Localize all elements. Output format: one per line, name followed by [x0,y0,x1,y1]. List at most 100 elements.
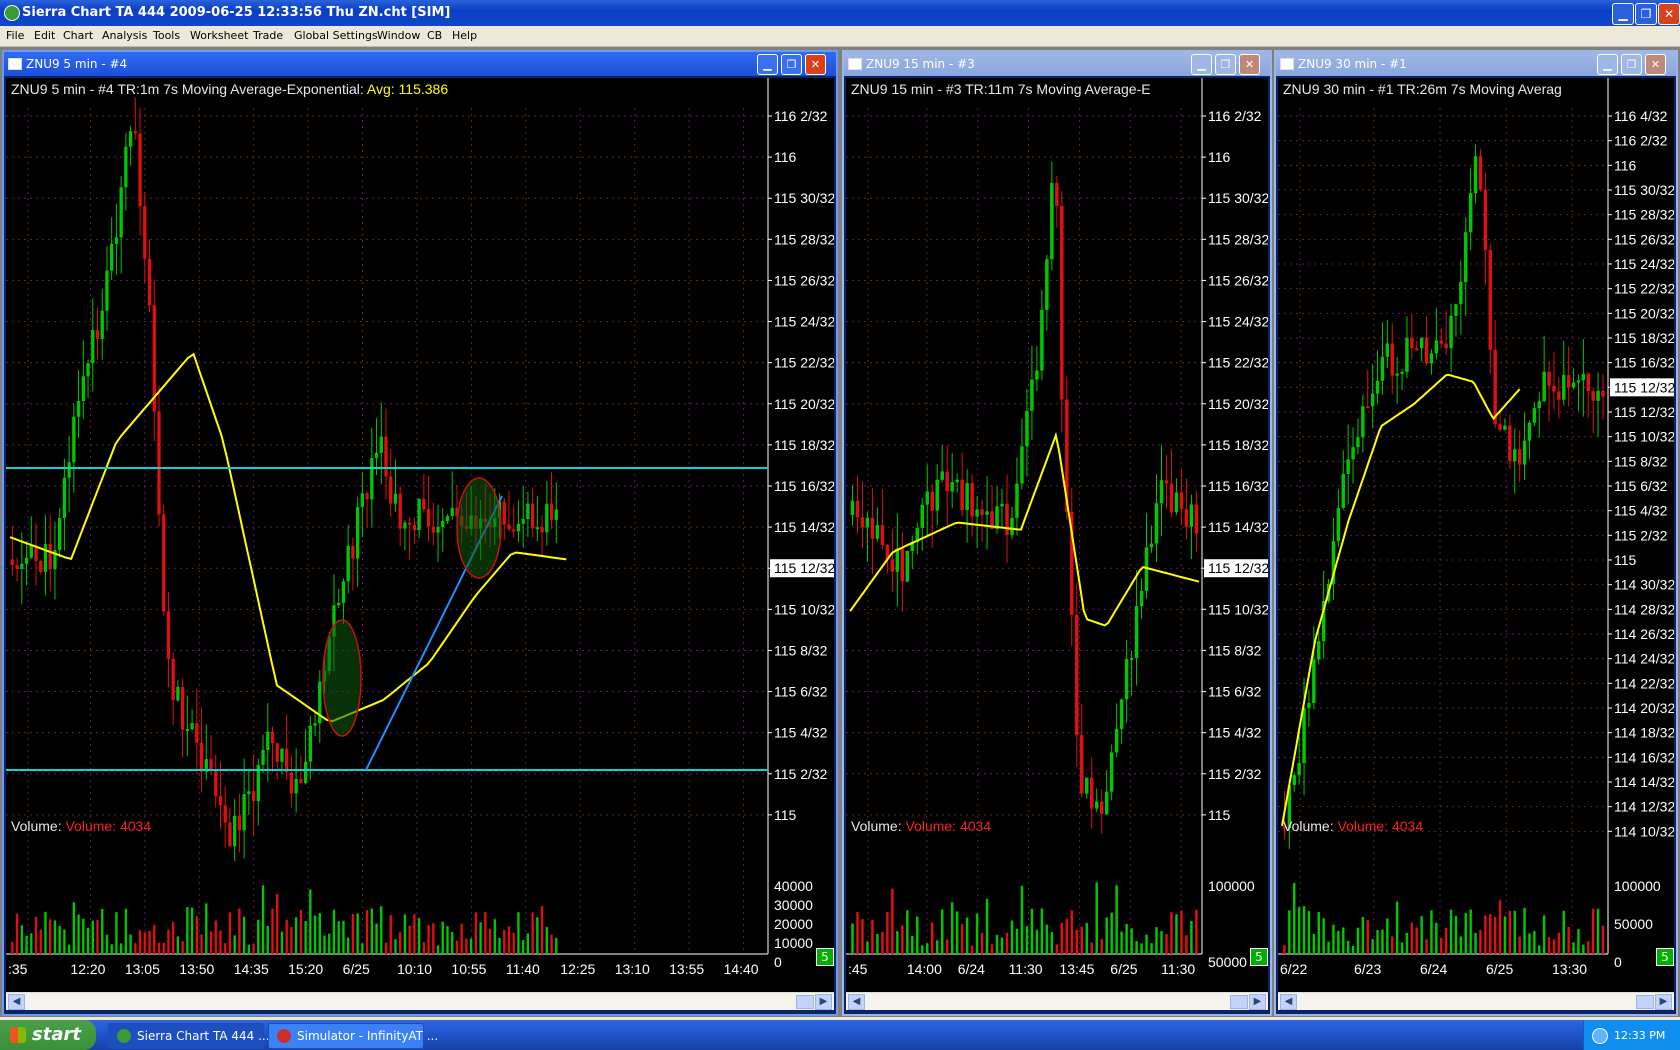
start-button[interactable]: start [0,1020,96,1050]
chart-svg[interactable]: 116 2/32 116 115 30/32 115 28/32 115 26/32 11… [846,78,1268,992]
time-tick-label: 6/23 [1354,961,1381,977]
minimize-icon: ▁ [1618,7,1628,21]
chart-area[interactable]: 116 2/32 116 115 30/32 115 28/32 115 26/32 11… [846,78,1268,992]
chart-close-button[interactable]: ✕ [1645,54,1666,75]
scroll-thumb[interactable] [1636,995,1654,1009]
candle-body [403,522,407,529]
chart-svg[interactable]: 116 4/32 116 2/32 116 115 30/32 115 28/32 115… [1278,78,1674,992]
badge-5[interactable]: 5 [1250,948,1268,966]
menu-tools[interactable]: Tools [153,29,180,42]
scroll-right-icon[interactable]: ▶ [1655,994,1672,1010]
candle-body [512,529,516,532]
scroll-left-icon[interactable]: ◀ [1280,994,1297,1010]
menu-trade[interactable]: Trade [253,29,283,42]
chart-close-button[interactable]: ✕ [805,54,826,75]
price-tick-label: 115 26/32 [774,272,834,288]
taskbar-item-simulator[interactable]: Simulator - InfinityAT ... [268,1023,438,1049]
scroll-left-icon[interactable]: ◀ [8,994,25,1010]
price-tick-label: 114 12/32 [1614,799,1674,815]
chart-restore-button[interactable]: ❐ [1621,54,1642,75]
candle-body [1015,483,1019,518]
scroll-thumb[interactable] [796,995,814,1009]
candle-body [960,479,964,511]
menu-analysis[interactable]: Analysis [102,29,147,42]
candle-body [346,545,350,582]
app-close-button[interactable]: ✕ [1658,3,1680,25]
candle-body [1468,193,1473,233]
price-tick-label: 114 20/32 [1614,700,1674,716]
chart-restore-button[interactable]: ❐ [1215,54,1236,75]
volume-label-row: Volume: Volume: 4034 [1283,818,1423,834]
menu-chart[interactable]: Chart [63,29,93,42]
candle-body [1194,504,1199,534]
app-titlebar: Sierra Chart TA 444 2009-06-25 12:33:56 … [0,0,1680,26]
menu-help[interactable]: Help [452,29,477,42]
menu-global-settings[interactable]: Global Settings [294,29,378,42]
chart-area[interactable]: 116 2/32 116 115 30/32 115 28/32 115 26/32 11… [6,78,834,992]
price-tick-label: 115 18/32 [1208,437,1268,453]
menu-window[interactable]: Window [377,29,420,42]
chart-minimize-button[interactable]: ▁ [1597,54,1618,75]
chart-restore-button[interactable]: ❐ [781,54,802,75]
price-tick-label: 115 10/32 [1208,601,1268,617]
chart-window-titlebar[interactable]: ZNU9 30 min - #1 ▁ ❐ ✕ [1276,52,1676,76]
horizontal-scrollbar[interactable]: ◀ ▶ [1278,992,1674,1010]
chart-window-titlebar[interactable]: ZNU9 5 min - #4 ▁ ❐ ✕ [4,52,836,76]
price-tick-label: 115 28/32 [1208,231,1268,247]
candle-body [1094,801,1099,809]
price-tick-label: 115 10/32 [1614,429,1674,445]
badge-5[interactable]: 5 [1656,948,1674,966]
volume-label: Volume: [11,818,62,834]
menu-file[interactable]: File [6,29,24,42]
menu-worksheet[interactable]: Worksheet [190,29,248,42]
scroll-right-icon[interactable]: ▶ [815,994,832,1010]
candle-body [554,509,558,520]
chart-minimize-button[interactable]: ▁ [1191,54,1212,75]
restore-icon: ❐ [1640,7,1652,21]
candle-body [1375,380,1380,394]
app-globe-icon [4,5,20,21]
app-minimize-button[interactable]: ▁ [1612,3,1634,25]
app-restore-button[interactable]: ❐ [1635,3,1657,25]
price-tick-label: 115 16/32 [1614,355,1674,371]
scroll-right-icon[interactable]: ▶ [1249,994,1266,1010]
scroll-thumb[interactable] [1230,995,1248,1009]
chart-window-15min[interactable]: ZNU9 15 min - #3 ▁ ❐ ✕ 116 2/32 116 115 30… [842,50,1272,1016]
candle-body [289,772,294,794]
candle-body [870,517,875,539]
chart-close-button[interactable]: ✕ [1239,54,1260,75]
badge-5[interactable]: 5 [816,948,834,966]
scroll-left-icon[interactable]: ◀ [848,994,865,1010]
volume-tick-label: 50000 [1614,916,1653,932]
horizontal-scrollbar[interactable]: ◀ ▶ [846,992,1268,1010]
candle-body [1513,449,1517,462]
price-tick-label: 115 24/32 [774,314,834,330]
chart-window-30min[interactable]: ZNU9 30 min - #1 ▁ ❐ ✕ 116 4/32 116 2/32 1… [1274,50,1678,1016]
candle-body [965,483,969,511]
price-tick-label: 115 30/32 [1614,182,1674,198]
candle-body [1297,763,1301,776]
candle-body [1596,390,1600,401]
price-tick-label: 115 26/32 [1208,272,1268,288]
candle-body [890,559,895,572]
candle-body [1542,371,1546,402]
tray-network-icon[interactable] [1592,1028,1608,1044]
menu-edit[interactable]: Edit [34,29,55,42]
candle-body [133,131,137,134]
chart-area[interactable]: 116 4/32 116 2/32 116 115 30/32 115 28/32 115… [1278,78,1674,992]
candle-body [180,686,185,730]
chart-window-5min[interactable]: ZNU9 5 min - #4 ▁ ❐ ✕ 116 2/32 116 115 30/… [2,50,838,1016]
menu-cb[interactable]: CB [427,29,442,42]
taskbar-item-sierra-chart[interactable]: Sierra Chart TA 444 ... [108,1023,270,1049]
candle-body [1424,337,1429,364]
candle-body [389,476,393,504]
time-tick-label: 6/24 [958,961,985,977]
minimize-icon: ▁ [763,58,772,71]
chart-svg[interactable]: 116 2/32 116 115 30/32 115 28/32 115 26/32 11… [6,78,834,992]
chart-window-titlebar[interactable]: ZNU9 15 min - #3 ▁ ❐ ✕ [844,52,1270,76]
window-icon [848,58,862,70]
candle-body [1169,483,1174,513]
chart-minimize-button[interactable]: ▁ [757,54,778,75]
window-icon [1280,58,1294,70]
horizontal-scrollbar[interactable]: ◀ ▶ [6,992,834,1010]
